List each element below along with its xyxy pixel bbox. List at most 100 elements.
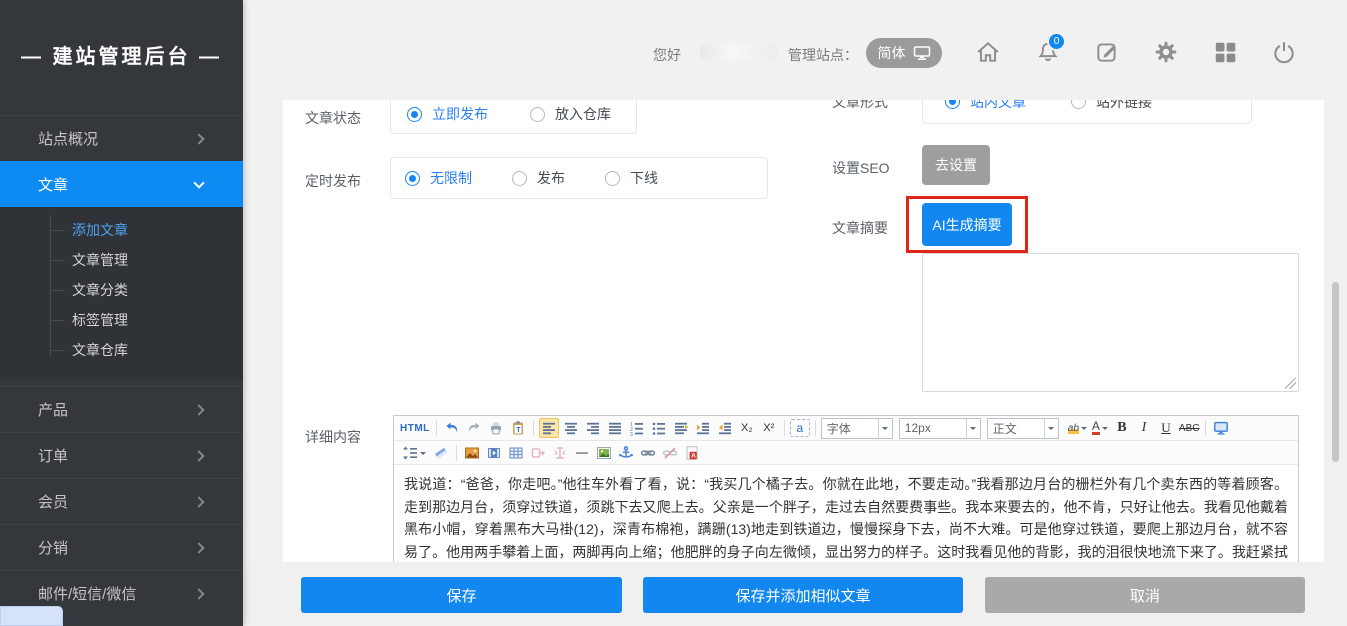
summary-textarea[interactable] bbox=[922, 253, 1299, 392]
radio-label[interactable]: 发布 bbox=[537, 168, 565, 188]
tree-tick bbox=[50, 320, 65, 321]
seo-setup-button[interactable]: 去设置 bbox=[922, 145, 990, 185]
outdent-icon[interactable] bbox=[715, 418, 735, 438]
chevron-right-icon bbox=[193, 542, 204, 553]
radio-label[interactable]: 立即发布 bbox=[432, 104, 488, 124]
paragraph-format-select[interactable]: 正文 bbox=[987, 418, 1059, 439]
radio-offline[interactable] bbox=[605, 171, 620, 186]
ordered-list-icon[interactable]: 123 bbox=[627, 418, 647, 438]
editor-toolbar-row1: HTML T 123 X₂ X² a bbox=[394, 416, 1298, 441]
font-family-value: 字体 bbox=[827, 420, 873, 437]
footer-bar: 保存 保存并添加相似文章 取消 bbox=[243, 562, 1347, 626]
align-justify-icon[interactable] bbox=[605, 418, 625, 438]
sidebar-item-products[interactable]: 产品 bbox=[0, 386, 243, 432]
sidebar-item-distribution[interactable]: 分销 bbox=[0, 524, 243, 570]
highlight-color-icon[interactable]: ab bbox=[1067, 418, 1088, 438]
radio-label[interactable]: 无限制 bbox=[430, 168, 472, 188]
multi-image-icon[interactable] bbox=[594, 443, 614, 463]
tree-tick bbox=[50, 350, 65, 351]
insert-table-icon[interactable] bbox=[506, 443, 526, 463]
seo-label: 设置SEO bbox=[832, 158, 890, 178]
undo-icon[interactable] bbox=[442, 418, 462, 438]
toolbar-separator bbox=[456, 445, 457, 461]
submenu-article-manage[interactable]: 文章管理 bbox=[0, 245, 243, 275]
align-right-icon[interactable] bbox=[583, 418, 603, 438]
subscript-icon[interactable]: X₂ bbox=[737, 418, 757, 438]
radio-external-link[interactable] bbox=[1071, 100, 1086, 109]
radio-to-warehouse[interactable] bbox=[530, 107, 545, 122]
cancel-button[interactable]: 取消 bbox=[985, 577, 1305, 613]
bold-icon[interactable]: B bbox=[1112, 418, 1132, 438]
sidebar-item-orders[interactable]: 订单 bbox=[0, 432, 243, 478]
settings-gear-icon[interactable] bbox=[1153, 39, 1179, 65]
remove-format-eraser-icon[interactable] bbox=[431, 443, 451, 463]
html-source-button[interactable]: HTML bbox=[399, 418, 431, 438]
radio-internal-article[interactable] bbox=[945, 100, 960, 109]
sidebar-item-label: 分销 bbox=[38, 537, 68, 558]
insert-media-icon[interactable] bbox=[484, 443, 504, 463]
line-height-icon[interactable] bbox=[399, 443, 429, 463]
horizontal-rule-icon[interactable] bbox=[572, 443, 592, 463]
strikethrough-icon[interactable]: ABC bbox=[1178, 418, 1201, 438]
indent-icon[interactable] bbox=[693, 418, 713, 438]
radio-label[interactable]: 站内文章 bbox=[970, 100, 1026, 112]
underline-icon[interactable]: U bbox=[1156, 418, 1176, 438]
submenu-label: 文章仓库 bbox=[72, 342, 128, 358]
word-paste-icon[interactable]: A bbox=[682, 443, 702, 463]
editor-content[interactable]: 我说道：“爸爸，你走吧。”他往车外看了看，说：“我买几个橘子去。你就在此地，不要… bbox=[394, 465, 1298, 562]
font-size-select[interactable]: 12px bbox=[899, 418, 981, 439]
align-left-icon[interactable] bbox=[539, 418, 559, 438]
submenu-tag-manage[interactable]: 标签管理 bbox=[0, 305, 243, 335]
toolbar-separator bbox=[436, 420, 437, 436]
italic-icon[interactable]: I bbox=[1134, 418, 1154, 438]
fullscreen-icon[interactable] bbox=[1211, 418, 1231, 438]
radio-publish[interactable] bbox=[512, 171, 527, 186]
submenu-article-warehouse[interactable]: 文章仓库 bbox=[0, 335, 243, 365]
notifications-bell-icon[interactable]: 0 bbox=[1035, 39, 1061, 65]
font-color-glyph: A bbox=[1092, 421, 1100, 435]
admin-app: { "app": { "title": "— 建站管理后台 —" }, "sid… bbox=[0, 0, 1347, 626]
redo-icon[interactable] bbox=[464, 418, 484, 438]
radio-publish-now[interactable] bbox=[407, 107, 422, 122]
superscript-icon[interactable]: X² bbox=[759, 418, 779, 438]
vertical-scrollbar[interactable] bbox=[1332, 282, 1339, 462]
radio-label[interactable]: 站外链接 bbox=[1096, 100, 1152, 112]
insert-link-icon[interactable] bbox=[638, 443, 658, 463]
apps-grid-icon[interactable] bbox=[1212, 39, 1238, 65]
insert-template-icon[interactable] bbox=[550, 443, 570, 463]
save-button[interactable]: 保存 bbox=[301, 577, 622, 613]
unordered-list-icon[interactable] bbox=[649, 418, 669, 438]
ai-generate-summary-button[interactable]: AI生成摘要 bbox=[922, 203, 1012, 246]
submenu-add-article[interactable]: 添加文章 bbox=[0, 215, 243, 245]
pagebreak-icon[interactable] bbox=[528, 443, 548, 463]
articles-submenu: 添加文章 文章管理 文章分类 标签管理 文章仓库 bbox=[0, 207, 243, 379]
submenu-article-category[interactable]: 文章分类 bbox=[0, 275, 243, 305]
sidebar-item-site-overview[interactable]: 站点概况 bbox=[0, 115, 243, 161]
radio-label[interactable]: 下线 bbox=[630, 168, 658, 188]
language-switch-button[interactable]: 简体 bbox=[866, 38, 942, 68]
font-family-select[interactable]: 字体 bbox=[821, 418, 893, 439]
chevron-right-icon bbox=[193, 450, 204, 461]
edit-icon[interactable] bbox=[1094, 39, 1120, 65]
timed-publish-group: 无限制 发布 下线 bbox=[390, 157, 768, 199]
sidebar-item-members[interactable]: 会员 bbox=[0, 478, 243, 524]
font-color-icon[interactable]: A bbox=[1090, 418, 1110, 438]
logout-power-icon[interactable] bbox=[1271, 39, 1297, 65]
align-center-icon[interactable] bbox=[561, 418, 581, 438]
article-status-group: 立即发布 放入仓库 bbox=[390, 100, 637, 134]
radio-label[interactable]: 放入仓库 bbox=[555, 104, 611, 124]
print-icon[interactable] bbox=[486, 418, 506, 438]
home-icon[interactable] bbox=[975, 39, 1001, 65]
paste-as-text-icon[interactable]: T bbox=[508, 418, 528, 438]
insert-image-icon[interactable] bbox=[462, 443, 482, 463]
unlink-icon[interactable] bbox=[660, 443, 680, 463]
radio-no-limit[interactable] bbox=[405, 171, 420, 186]
blockquote-icon[interactable] bbox=[671, 418, 691, 438]
greeting-text: 您好 bbox=[653, 45, 681, 65]
sidebar-item-articles[interactable]: 文章 bbox=[0, 161, 243, 207]
dropdown-arrow-icon bbox=[1081, 427, 1087, 433]
inline-style-icon[interactable]: a bbox=[790, 419, 810, 437]
anchor-icon[interactable] bbox=[616, 443, 636, 463]
save-and-add-similar-button[interactable]: 保存并添加相似文章 bbox=[643, 577, 963, 613]
toolbar-separator bbox=[784, 420, 785, 436]
